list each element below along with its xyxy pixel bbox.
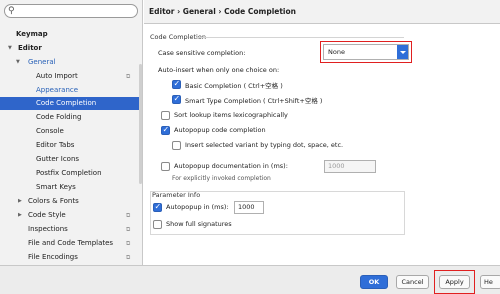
smart-completion-checkbox[interactable] bbox=[172, 94, 181, 104]
section-divider bbox=[196, 37, 404, 38]
highlight-frame bbox=[434, 270, 475, 294]
sidebar-item-code-folding[interactable]: Code Folding bbox=[0, 111, 142, 124]
sidebar-item-colors-fonts[interactable]: ▶ Colors & Fonts bbox=[0, 195, 142, 208]
autopopup-code-label: Autopopup code completion bbox=[174, 126, 266, 134]
expand-arrow-icon[interactable]: ▼ bbox=[16, 56, 20, 69]
autopopup-doc-label: Autopopup documentation in (ms): bbox=[174, 162, 288, 170]
sort-lookup-checkbox[interactable] bbox=[161, 111, 170, 120]
sidebar-item-code-completion[interactable]: Code Completion bbox=[0, 97, 142, 110]
insert-selected-label: Insert selected variant by typing dot, s… bbox=[185, 141, 344, 149]
sidebar-item-auto-import[interactable]: Auto Import ⧉ bbox=[0, 70, 142, 83]
parameter-info-group bbox=[150, 191, 405, 235]
sidebar-item-editor-tabs[interactable]: Editor Tabs bbox=[0, 139, 142, 152]
help-button[interactable]: He bbox=[480, 275, 500, 289]
project-settings-icon: ⧉ bbox=[126, 254, 131, 261]
autopopup-ms-checkbox[interactable] bbox=[153, 202, 162, 212]
autopopup-ms-label: Autopopup in (ms): bbox=[166, 203, 229, 211]
settings-header: Editor › General › Code Completion bbox=[144, 0, 500, 24]
autopopup-code-checkbox[interactable] bbox=[161, 125, 170, 135]
sort-lookup-label: Sort lookup items lexicographically bbox=[174, 111, 288, 119]
sidebar-item-appearance[interactable]: Appearance bbox=[0, 84, 142, 97]
sidebar-item-editor[interactable]: ▼ Editor bbox=[0, 42, 142, 55]
auto-insert-label: Auto-insert when only one choice on: bbox=[158, 66, 280, 74]
collapse-arrow-icon[interactable]: ▶ bbox=[18, 195, 22, 208]
explicit-hint: For explicitly invoked completion bbox=[172, 175, 271, 182]
sidebar-item-postfix-completion[interactable]: Postfix Completion bbox=[0, 167, 142, 180]
project-settings-icon: ⧉ bbox=[126, 240, 131, 247]
project-settings-icon: ⧉ bbox=[126, 73, 131, 80]
highlight-frame bbox=[320, 41, 412, 63]
autopopup-doc-input[interactable]: 1000 bbox=[324, 160, 376, 173]
settings-search-input[interactable]: ⚲ bbox=[4, 4, 138, 18]
sidebar-item-gutter-icons[interactable]: Gutter Icons bbox=[0, 153, 142, 166]
sidebar-item-keymap[interactable]: Keymap bbox=[0, 28, 142, 41]
project-settings-icon: ⧉ bbox=[126, 212, 131, 219]
autopopup-ms-input[interactable]: 1000 bbox=[234, 201, 264, 214]
expand-arrow-icon[interactable]: ▼ bbox=[8, 42, 12, 55]
show-full-signatures-label: Show full signatures bbox=[166, 220, 232, 228]
autopopup-doc-checkbox[interactable] bbox=[161, 162, 170, 171]
case-sensitive-label: Case sensitive completion: bbox=[158, 49, 246, 57]
ok-button[interactable]: OK bbox=[360, 275, 388, 289]
sidebar-item-console[interactable]: Console bbox=[0, 125, 142, 138]
sidebar-item-inspections[interactable]: Inspections ⧉ bbox=[0, 223, 142, 236]
breadcrumb: Editor › General › Code Completion bbox=[149, 7, 296, 16]
sidebar-item-smart-keys[interactable]: Smart Keys bbox=[0, 181, 142, 194]
basic-completion-checkbox[interactable] bbox=[172, 79, 181, 89]
show-full-signatures-checkbox[interactable] bbox=[153, 220, 162, 229]
insert-selected-checkbox[interactable] bbox=[172, 141, 181, 150]
sidebar-item-code-style[interactable]: ▶ Code Style ⧉ bbox=[0, 209, 142, 222]
settings-sidebar: ⚲ Keymap ▼ Editor ▼ General Auto Import … bbox=[0, 0, 143, 265]
basic-completion-label: Basic Completion ( Ctrl+空格 ) bbox=[185, 82, 283, 90]
sidebar-item-general[interactable]: ▼ General bbox=[0, 56, 142, 69]
search-icon: ⚲ bbox=[8, 6, 15, 16]
sidebar-scrollbar[interactable] bbox=[139, 64, 142, 184]
smart-completion-label: Smart Type Completion ( Ctrl+Shift+空格 ) bbox=[185, 97, 323, 105]
sidebar-item-file-encodings[interactable]: File Encodings ⧉ bbox=[0, 251, 142, 264]
collapse-arrow-icon[interactable]: ▶ bbox=[18, 209, 22, 222]
sidebar-item-file-code-templates[interactable]: File and Code Templates ⧉ bbox=[0, 237, 142, 250]
cancel-button[interactable]: Cancel bbox=[396, 275, 429, 289]
project-settings-icon: ⧉ bbox=[126, 226, 131, 233]
